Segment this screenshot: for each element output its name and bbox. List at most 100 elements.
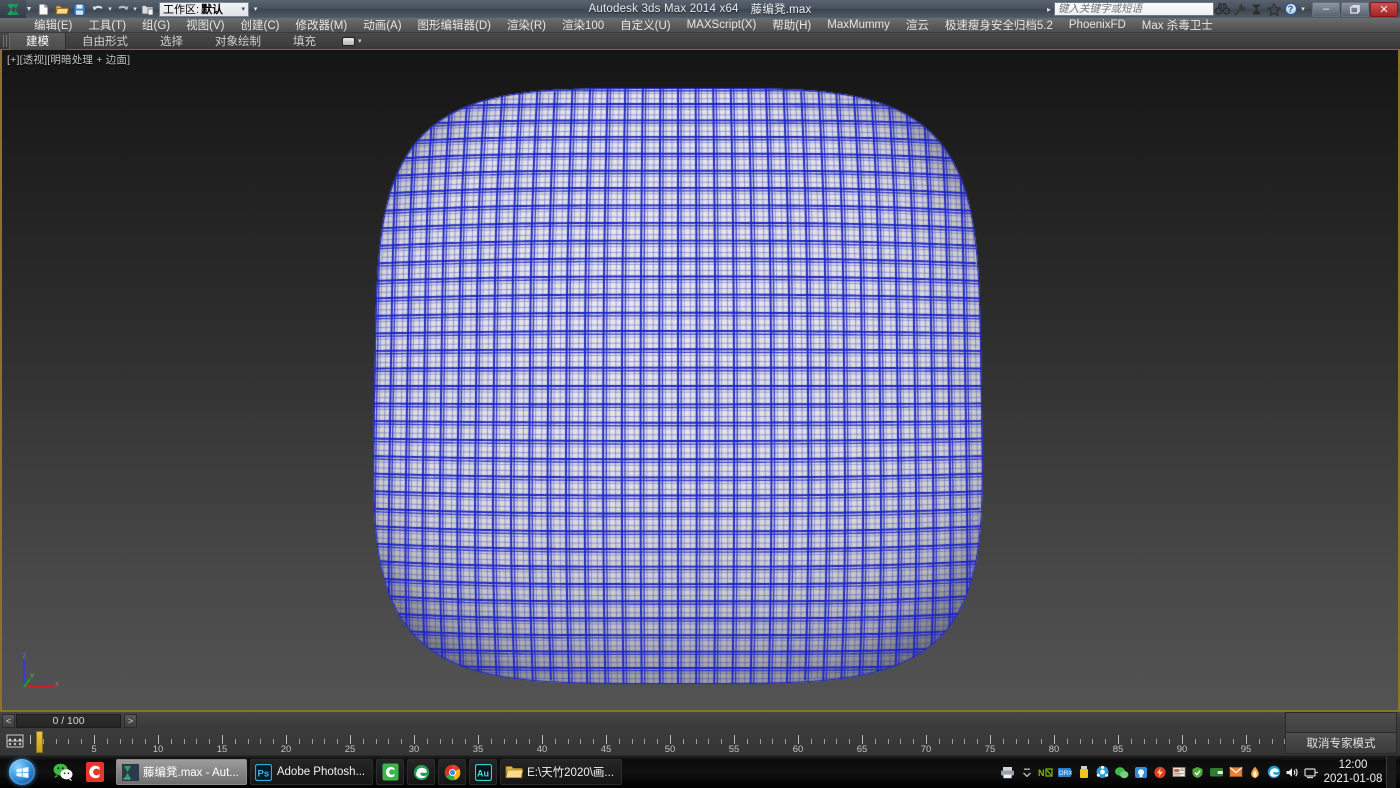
taskbar-item-3[interactable] <box>407 759 435 785</box>
open-file-icon[interactable] <box>53 1 70 17</box>
ribbon-tab-2[interactable]: 选择 <box>144 33 199 50</box>
search-input-wrapper[interactable] <box>1054 2 1214 16</box>
title-file-name: 藤编凳.max <box>751 1 812 17</box>
ribbon-tab-1[interactable]: 自由形式 <box>66 33 144 50</box>
ruler-tick <box>1003 739 1004 744</box>
menu-item-0[interactable]: 编辑(E) <box>26 18 80 33</box>
menu-item-8[interactable]: 渲染(R) <box>499 18 554 33</box>
infocenter-expand-icon[interactable]: ▸ <box>1044 5 1054 14</box>
ribbon-tab-4[interactable]: 填充 <box>277 33 332 50</box>
nvidia-icon[interactable]: N <box>1037 763 1054 781</box>
show-desktop-button[interactable] <box>1386 757 1396 788</box>
wechat-tray-icon[interactable] <box>1113 763 1130 781</box>
taskbar-item-0[interactable]: max藤编凳.max - Aut... <box>116 759 247 785</box>
ribbon-display-icon[interactable] <box>342 37 355 46</box>
taskbar-item-1[interactable]: PsAdobe Photosh... <box>250 759 373 785</box>
news-icon[interactable] <box>1170 763 1187 781</box>
menu-item-13[interactable]: MaxMummy <box>819 18 898 33</box>
time-ruler[interactable]: 5101520253035404550556065707580859095100 <box>30 729 1310 755</box>
taskbar-clock[interactable]: 12:00 2021-01-08 <box>1322 757 1384 788</box>
undo-icon[interactable] <box>89 1 106 17</box>
taskbar-item-2[interactable] <box>376 759 404 785</box>
redo-icon[interactable] <box>114 1 131 17</box>
thunder-icon[interactable] <box>1151 763 1168 781</box>
viewport-label[interactable]: [+][透视][明暗处理 + 边面] <box>7 52 130 67</box>
ruler-tick-label: 80 <box>1049 744 1060 755</box>
menu-item-2[interactable]: 组(G) <box>134 18 178 33</box>
printer-icon[interactable] <box>999 763 1016 781</box>
volume-icon[interactable] <box>1284 763 1301 781</box>
kingsoft-c-icon[interactable] <box>80 757 110 787</box>
quick-access-overflow-caret[interactable]: ▾ <box>249 2 262 17</box>
prev-frame-button[interactable]: < <box>2 714 15 728</box>
ruler-tick <box>414 735 415 744</box>
taskbar-quick-launch <box>42 757 110 787</box>
binoculars-icon[interactable] <box>1214 1 1231 17</box>
taskbar-item-5[interactable]: Au <box>469 759 497 785</box>
time-slider-handle[interactable] <box>36 731 43 753</box>
menu-item-10[interactable]: 自定义(U) <box>612 18 678 33</box>
cancel-expert-mode-button[interactable]: 取消专家模式 <box>1285 732 1397 754</box>
open-mini-curve-editor-icon[interactable] <box>6 733 24 749</box>
menu-item-6[interactable]: 动画(A) <box>355 18 409 33</box>
ribbon-drag-handle[interactable] <box>0 33 9 50</box>
menu-item-12[interactable]: 帮助(H) <box>764 18 819 33</box>
flame-icon[interactable] <box>1246 763 1263 781</box>
dropbox-icon[interactable]: DRX <box>1056 763 1073 781</box>
viewport-mesh-canvas[interactable] <box>2 50 1398 710</box>
close-button[interactable]: ✕ <box>1370 2 1398 17</box>
taskbar-item-6[interactable]: E:\天竹2020\画... <box>500 759 622 785</box>
menu-item-3[interactable]: 视图(V) <box>178 18 232 33</box>
menu-item-7[interactable]: 图形编辑器(D) <box>410 18 499 33</box>
network-icon[interactable] <box>1303 763 1320 781</box>
viewport-label-shading[interactable]: [明暗处理 + 边面] <box>47 54 130 66</box>
help-dropdown-caret[interactable]: ▾ <box>1299 5 1307 13</box>
viewport-label-view[interactable]: [透视] <box>20 54 48 66</box>
new-file-icon[interactable] <box>35 1 52 17</box>
minimize-button[interactable]: – <box>1312 2 1340 17</box>
tray-expand-icon[interactable] <box>1018 763 1035 781</box>
windows-start-orb[interactable] <box>2 757 42 788</box>
current-frame-field[interactable]: 0 / 100 <box>16 714 121 728</box>
star-icon[interactable] <box>1265 1 1282 17</box>
edge-icon[interactable] <box>1265 763 1282 781</box>
wrench-icon[interactable] <box>1231 1 1248 17</box>
network-share-icon[interactable] <box>1094 763 1111 781</box>
track-bar-empty-area[interactable] <box>137 712 1400 729</box>
app-menu-button[interactable] <box>0 0 26 18</box>
menu-item-16[interactable]: PhoenixFD <box>1061 18 1134 33</box>
mail-icon[interactable] <box>1227 763 1244 781</box>
time-ruler-row[interactable]: 5101520253035404550556065707580859095100 <box>0 729 1400 755</box>
help-icon[interactable]: ? <box>1282 1 1299 17</box>
undo-dropdown-caret[interactable]: ▾ <box>107 1 113 17</box>
redo-dropdown-caret[interactable]: ▾ <box>132 1 138 17</box>
qq-pinyin-icon[interactable] <box>1132 763 1149 781</box>
taskbar-item-4[interactable] <box>438 759 466 785</box>
usb-icon[interactable] <box>1075 763 1092 781</box>
perspective-viewport[interactable]: [+][透视][明暗处理 + 边面] Z X Y <box>0 50 1400 712</box>
menu-item-15[interactable]: 极速瘦身安全归档5.2 <box>937 18 1061 33</box>
menu-item-11[interactable]: MAXScript(X) <box>679 18 765 33</box>
wechat-icon[interactable] <box>48 757 78 787</box>
menu-item-1[interactable]: 工具(T) <box>80 18 134 33</box>
title-bar: ▼ ▾ ▾ 工作区: 默认 ▾ <box>0 0 1400 18</box>
menu-item-4[interactable]: 创建(C) <box>232 18 287 33</box>
subscription-icon[interactable] <box>1248 1 1265 17</box>
workspace-selector[interactable]: 工作区: 默认 ▾ <box>159 2 249 17</box>
security-shield-icon[interactable] <box>1189 763 1206 781</box>
ruler-tick-label: 30 <box>409 744 420 755</box>
maximize-button[interactable] <box>1341 2 1369 17</box>
search-input[interactable] <box>1058 3 1210 15</box>
next-frame-button[interactable]: > <box>124 714 137 728</box>
menu-item-14[interactable]: 渲云 <box>898 18 937 33</box>
viewport-label-plus[interactable]: [+] <box>7 54 20 66</box>
project-folder-icon[interactable] <box>139 1 156 17</box>
ribbon-chevron-down-icon[interactable]: ▾ <box>358 37 362 45</box>
menu-item-9[interactable]: 渲染100 <box>554 18 612 33</box>
ribbon-tab-0[interactable]: 建模 <box>9 33 66 50</box>
menu-item-5[interactable]: 修改器(M) <box>287 18 355 33</box>
menu-item-17[interactable]: Max 杀毒卫士 <box>1134 18 1221 33</box>
save-file-icon[interactable] <box>71 1 88 17</box>
wallet-icon[interactable] <box>1208 763 1225 781</box>
ribbon-tab-3[interactable]: 对象绘制 <box>199 33 277 50</box>
